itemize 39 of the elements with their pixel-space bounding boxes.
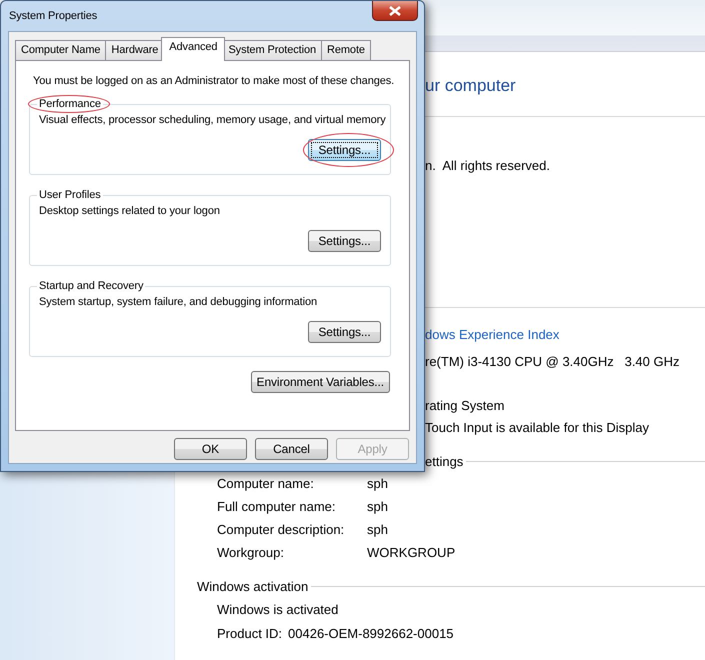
group-label: Startup and Recovery bbox=[39, 280, 144, 292]
info-text: n. All rights reserved. bbox=[425, 157, 551, 175]
group-label: Performance bbox=[39, 98, 101, 110]
info-text: Touch Input is available for this Display bbox=[425, 419, 650, 437]
field-label: Product ID: bbox=[217, 626, 282, 640]
close-button[interactable] bbox=[372, 1, 418, 21]
field-value: sph bbox=[367, 499, 388, 514]
info-text: re(TM) i3-4130 CPU @ 3.40GHz 3.40 GHz bbox=[425, 353, 680, 371]
settings-button[interactable]: Settings... bbox=[308, 139, 381, 161]
field-value: WORKGROUP bbox=[367, 545, 456, 560]
tab[interactable]: Remote bbox=[321, 40, 371, 60]
info-text: rating System bbox=[425, 397, 506, 415]
field-value: sph bbox=[367, 522, 388, 537]
settings-button[interactable]: Settings... bbox=[308, 321, 381, 343]
dialog-button[interactable]: Cancel bbox=[255, 438, 328, 460]
close-icon bbox=[389, 6, 401, 16]
section-title: Windows activation bbox=[197, 578, 310, 594]
tab[interactable]: Computer Name bbox=[15, 40, 106, 60]
group-description: Desktop settings related to your logon bbox=[39, 205, 221, 217]
tab[interactable]: Advanced bbox=[161, 37, 226, 61]
tab[interactable]: System Protection bbox=[222, 40, 322, 60]
field-label: Full computer name: bbox=[217, 499, 336, 514]
settings-button[interactable]: Settings... bbox=[308, 230, 381, 252]
field-value: 00426-OEM-8992662-00015 bbox=[288, 626, 454, 640]
group-description: Visual effects, processor scheduling, memory usage, and virtual memory bbox=[39, 114, 387, 126]
section-title: ettings bbox=[425, 454, 464, 468]
dialog-button[interactable]: OK bbox=[174, 438, 247, 460]
field-label: Computer name: bbox=[217, 476, 315, 491]
info-text: Windows is activated bbox=[217, 602, 338, 616]
field-label: Workgroup: bbox=[217, 545, 285, 560]
field-value: sph bbox=[367, 476, 388, 491]
window-title: System Properties bbox=[9, 10, 98, 22]
dialog-button: Apply bbox=[336, 438, 409, 460]
field-label: Computer description: bbox=[217, 522, 346, 537]
experience-index-link[interactable]: dows Experience Index bbox=[425, 324, 705, 346]
group-description: System startup, system failure, and debugging information bbox=[39, 296, 318, 308]
group-label: User Profiles bbox=[39, 189, 101, 201]
environment-variables-button[interactable]: Environment Variables... bbox=[250, 371, 390, 393]
page-heading: ur computer bbox=[425, 76, 517, 96]
